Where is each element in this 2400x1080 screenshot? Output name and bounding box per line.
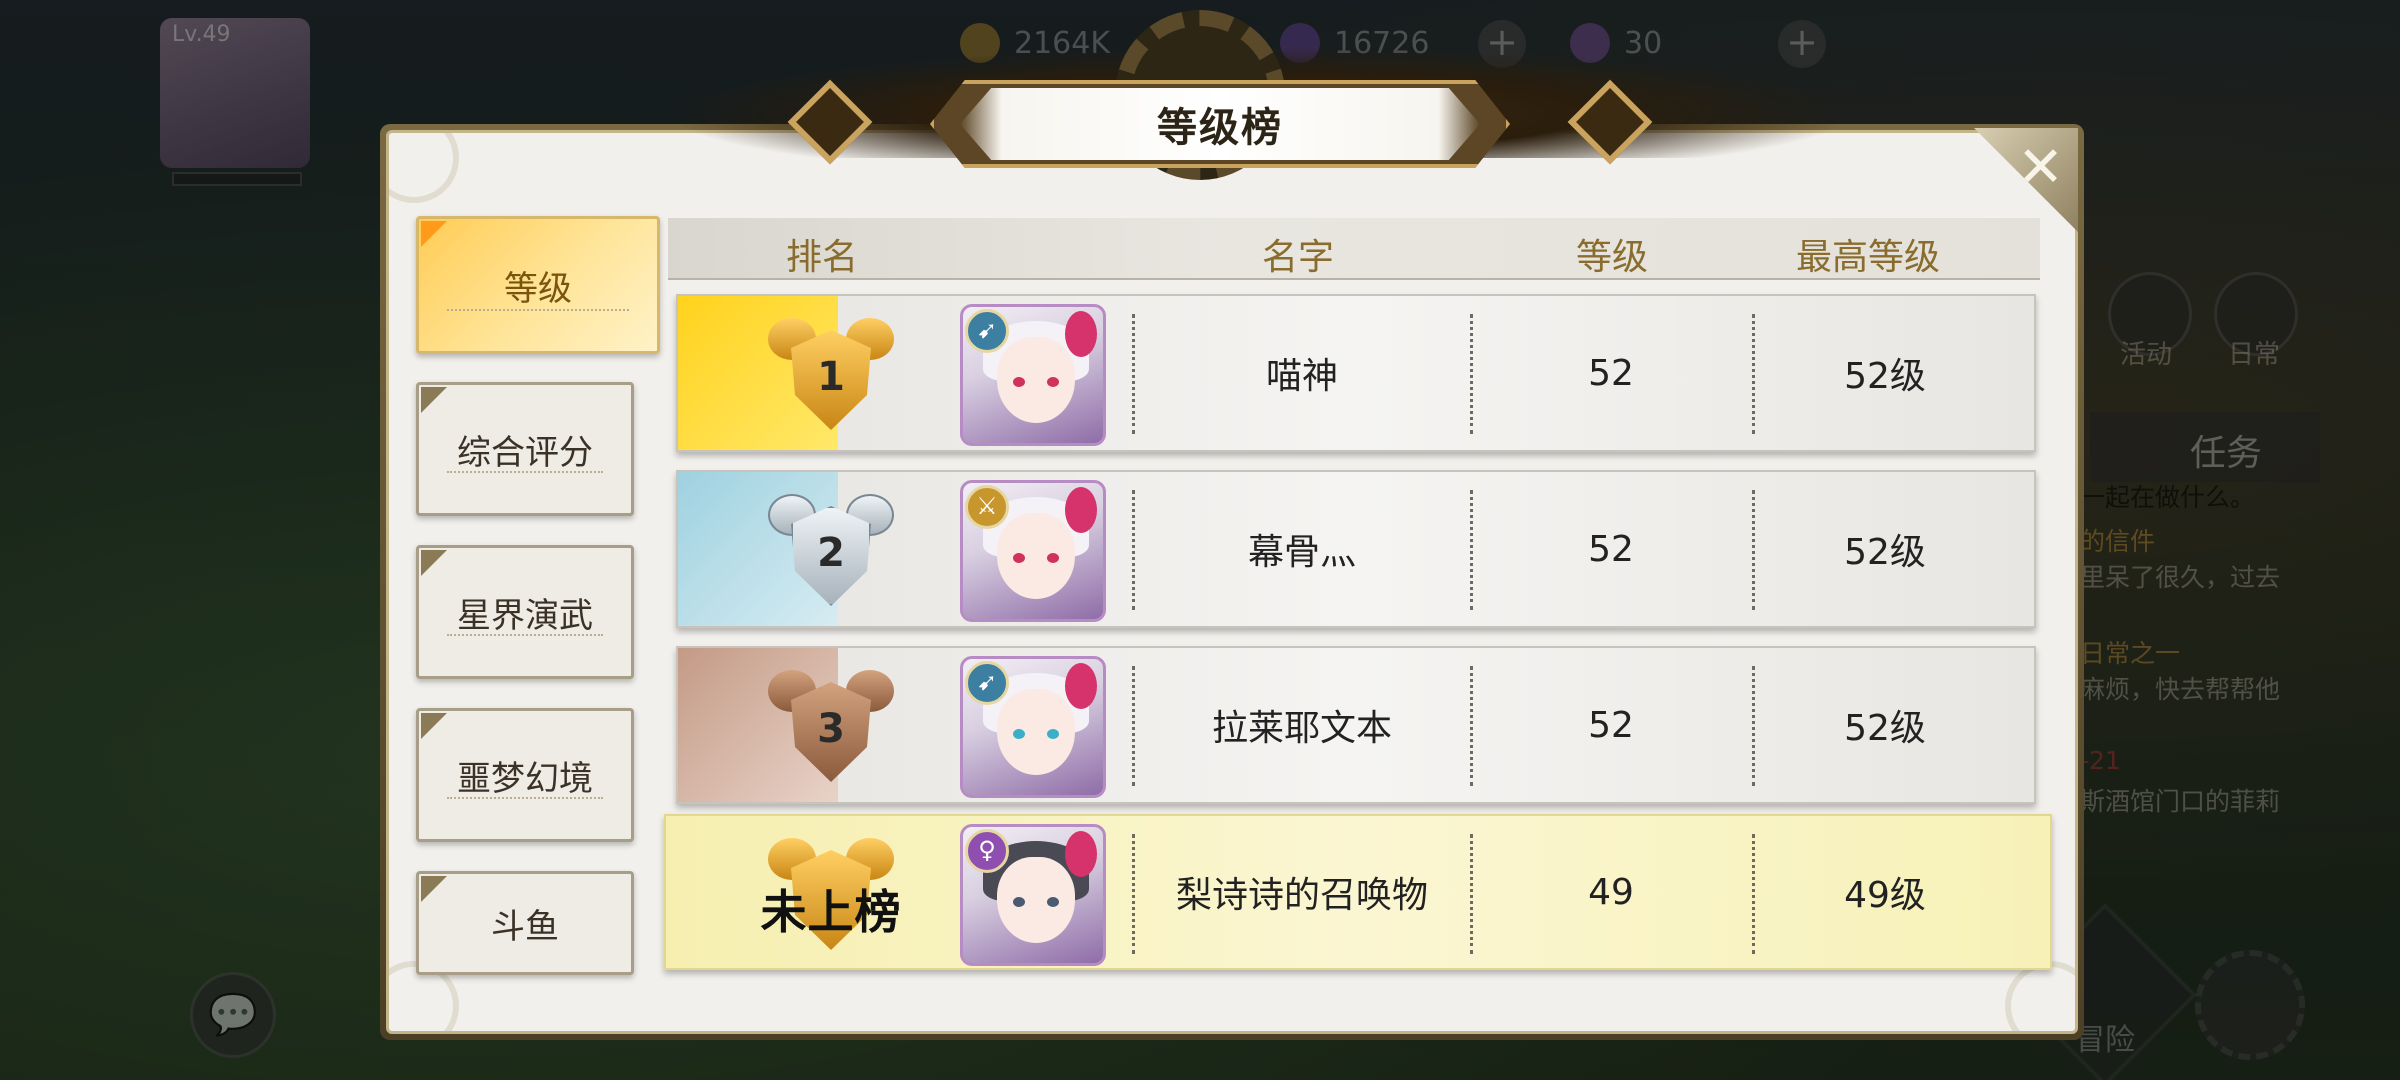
player-max-level: 49级 — [1844, 875, 1926, 916]
title-banner: 等级榜 — [960, 88, 1480, 160]
dagger-class-icon: ⚔ — [965, 485, 1009, 529]
leaderboard-row-1[interactable]: 1 ➹ 喵神 52 52级 — [676, 294, 2036, 452]
column-max-level: 最高等级 — [1796, 237, 1941, 278]
leaderboard-row-2[interactable]: 2 ⚔ 幕骨灬 52 52级 — [676, 470, 2036, 628]
bow-class-icon: ➹ — [965, 661, 1009, 705]
avatar-eye — [1047, 377, 1059, 387]
player-max-level: 52级 — [1844, 708, 1926, 749]
tab-overall-score-label: 综合评分 — [457, 432, 593, 473]
tab-level[interactable]: 等级 — [416, 216, 660, 354]
tab-astral-arena-label: 星界演武 — [457, 595, 593, 636]
tab-level-label: 等级 — [504, 268, 572, 309]
rank-number: 3 — [817, 706, 845, 752]
avatar-face — [997, 337, 1075, 423]
avatar-horn — [1065, 487, 1097, 533]
avatar-face — [997, 857, 1075, 943]
rank-medal-gold: 1 — [766, 310, 896, 440]
avatar-eye — [1047, 729, 1059, 739]
staff-class-icon: ♀ — [965, 829, 1009, 873]
avatar[interactable]: ➹ — [960, 304, 1106, 446]
player-name: 幕骨灬 — [1247, 532, 1356, 573]
leaderboard-row-3[interactable]: 3 ➹ 拉莱耶文本 52 52级 — [676, 646, 2036, 804]
tab-nightmare-realm[interactable]: 噩梦幻境 — [416, 708, 634, 842]
avatar-eye — [1013, 729, 1025, 739]
rank-medal-unranked: 未上榜 — [761, 830, 901, 960]
rank-medal-bronze: 3 — [766, 662, 896, 792]
player-max-level: 52级 — [1844, 532, 1926, 573]
avatar-face — [997, 513, 1075, 599]
modal-title: 等级榜 — [1157, 105, 1283, 151]
player-level: 49 — [1588, 871, 1634, 913]
avatar-face — [997, 689, 1075, 775]
player-max-level: 52级 — [1844, 356, 1926, 397]
tab-nightmare-realm-label: 噩梦幻境 — [457, 758, 593, 799]
avatar-horn — [1065, 831, 1097, 877]
tab-divider — [447, 797, 603, 799]
bow-class-icon: ➹ — [965, 309, 1009, 353]
player-name: 喵神 — [1265, 356, 1338, 397]
player-level: 52 — [1588, 352, 1634, 394]
avatar-eye — [1013, 553, 1025, 563]
column-level: 等级 — [1576, 237, 1649, 278]
avatar[interactable]: ♀ — [960, 824, 1106, 966]
unranked-text: 未上榜 — [760, 885, 902, 939]
avatar-eye — [1047, 553, 1059, 563]
player-level: 52 — [1588, 704, 1634, 746]
avatar[interactable]: ⚔ — [960, 480, 1106, 622]
corner-ornament — [2005, 961, 2075, 1031]
avatar-horn — [1065, 663, 1097, 709]
avatar-eye — [1047, 897, 1059, 907]
avatar-eye — [1013, 377, 1025, 387]
column-rank: 排名 — [786, 237, 859, 278]
tab-divider — [447, 471, 603, 473]
tab-douyu[interactable]: 斗鱼 — [416, 871, 634, 975]
avatar-eye — [1013, 897, 1025, 907]
avatar[interactable]: ➹ — [960, 656, 1106, 798]
rank-number: 1 — [817, 354, 845, 400]
rank-number: 2 — [817, 530, 845, 576]
leaderboard-self-row[interactable]: 未上榜 ♀ 梨诗诗的召唤物 49 49级 — [664, 814, 2052, 970]
tab-divider — [447, 634, 603, 636]
tab-overall-score[interactable]: 综合评分 — [416, 382, 634, 516]
rank-medal-silver: 2 — [766, 486, 896, 616]
player-level: 52 — [1588, 528, 1634, 570]
tab-divider — [447, 309, 629, 311]
tab-astral-arena[interactable]: 星界演武 — [416, 545, 634, 679]
avatar-horn — [1065, 311, 1097, 357]
leaderboard-header: 排名 名字 等级 最高等级 — [668, 218, 2040, 280]
corner-ornament — [389, 133, 459, 203]
tab-douyu-label: 斗鱼 — [491, 906, 559, 947]
player-name: 拉莱耶文本 — [1211, 708, 1392, 749]
player-name: 梨诗诗的召唤物 — [1175, 875, 1428, 916]
column-name: 名字 — [1262, 237, 1335, 278]
